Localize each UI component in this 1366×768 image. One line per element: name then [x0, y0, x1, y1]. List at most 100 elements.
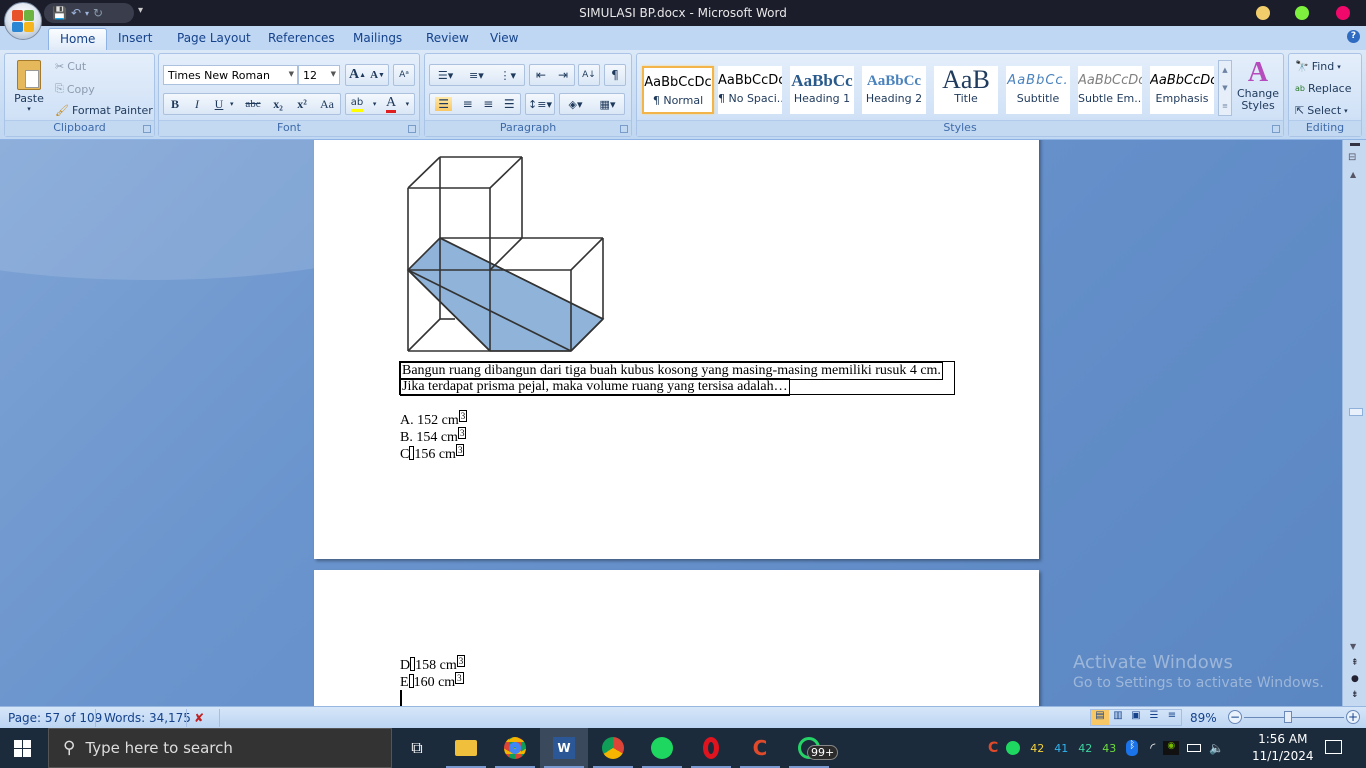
scroll-down-icon[interactable]: ▼	[1350, 642, 1356, 651]
chrome-b-button[interactable]	[589, 728, 637, 768]
borders-button[interactable]: ▦▾	[600, 98, 616, 111]
underline-dropdown-icon[interactable]: ▾	[230, 100, 240, 108]
nvidia-icon[interactable]: ◉	[1163, 741, 1180, 755]
tray-monitor-value[interactable]: 41	[1054, 742, 1078, 755]
notification-center-icon[interactable]	[1325, 740, 1342, 754]
style-emphasis[interactable]: AaBbCcDc Emphasis	[1150, 66, 1214, 114]
styles-dialog-launcher[interactable]	[1272, 125, 1280, 133]
highlight-dropdown-icon[interactable]: ▾	[373, 100, 377, 108]
tab-home[interactable]: Home	[48, 28, 108, 50]
bluetooth-icon[interactable]: ᛒ	[1126, 740, 1139, 756]
replace-button[interactable]: ab Replace	[1295, 82, 1352, 95]
strikethrough-button[interactable]: abc	[240, 98, 266, 110]
word-button[interactable]: W	[540, 728, 588, 768]
ccleaner-tray-icon[interactable]: C	[988, 740, 998, 756]
outline-view-button[interactable]: ☰	[1145, 710, 1163, 725]
cut-button[interactable]: ✂ Cut	[55, 60, 86, 73]
font-dialog-launcher[interactable]	[408, 125, 416, 133]
show-marks-button[interactable]: ¶	[604, 64, 626, 86]
spotify-button[interactable]	[638, 728, 686, 768]
document-page-next[interactable]: D 158 cm 3 E 160 cm 3	[314, 570, 1039, 706]
windows-start-button[interactable]	[14, 740, 31, 757]
font-size-combo[interactable]: 12 ▼	[298, 65, 340, 85]
grow-font-button[interactable]: A	[349, 67, 359, 83]
bold-button[interactable]: B	[164, 97, 186, 112]
align-left-button[interactable]: ☰	[435, 97, 453, 111]
file-explorer-button[interactable]	[442, 728, 490, 768]
tab-page-layout[interactable]: Page Layout	[177, 31, 251, 45]
print-layout-view-button[interactable]: ▤	[1091, 710, 1109, 725]
split-handle[interactable]	[1350, 143, 1360, 146]
justify-button[interactable]: ☰	[504, 97, 515, 111]
minimize-button[interactable]	[1256, 6, 1270, 20]
zoom-out-button[interactable]: −	[1228, 710, 1242, 724]
align-center-button[interactable]: ≡	[463, 97, 473, 111]
proofing-error-icon[interactable]: ✘	[194, 711, 204, 725]
tab-insert[interactable]: Insert	[118, 31, 152, 45]
paragraph-dialog-launcher[interactable]	[620, 125, 628, 133]
format-painter-button[interactable]: 🖌 Format Painter	[55, 104, 153, 117]
change-case-button[interactable]: Aa	[314, 97, 340, 112]
wifi-icon[interactable]: ◜	[1150, 741, 1155, 756]
tab-references[interactable]: References	[268, 31, 335, 45]
ccleaner-button[interactable]: C	[736, 728, 784, 768]
bullets-button[interactable]: ☰▾	[438, 69, 453, 82]
shading-button[interactable]: ◈▾	[569, 98, 583, 111]
underline-button[interactable]: U	[208, 97, 230, 112]
battery-icon[interactable]	[1187, 744, 1202, 752]
style-normal[interactable]: AaBbCcDc ¶ Normal	[642, 66, 714, 114]
whatsapp-button[interactable]: 99+	[785, 728, 839, 768]
sort-button[interactable]: A↓	[578, 64, 600, 86]
office-button[interactable]	[4, 2, 42, 40]
superscript-button[interactable]: x²	[290, 97, 314, 112]
browse-object-icon[interactable]: ●	[1351, 674, 1359, 684]
maximize-button[interactable]	[1295, 6, 1309, 20]
find-button[interactable]: 🔭 Find ▾	[1295, 60, 1341, 73]
clock[interactable]: 1:56 AM 11/1/2024	[1252, 731, 1314, 765]
change-styles-button[interactable]: A Change Styles	[1235, 58, 1281, 118]
increase-indent-button[interactable]: ⇥	[558, 68, 568, 82]
opera-button[interactable]	[687, 728, 735, 768]
zoom-level[interactable]: 89%	[1190, 711, 1217, 725]
copy-button[interactable]: ⎘ Copy	[55, 82, 95, 96]
clipboard-dialog-launcher[interactable]	[143, 125, 151, 133]
font-color-button[interactable]: A	[385, 95, 397, 113]
font-name-combo[interactable]: Times New Roman ▼	[163, 65, 298, 85]
decrease-indent-button[interactable]: ⇤	[536, 68, 546, 82]
chrome-a-button[interactable]	[491, 728, 539, 768]
styles-gallery-scroll[interactable]: ▲ ▼ ≡	[1218, 60, 1232, 116]
tray-monitor-value[interactable]: 42	[1078, 742, 1102, 755]
font-color-dropdown-icon[interactable]: ▾	[406, 100, 410, 108]
close-button[interactable]	[1336, 6, 1350, 20]
full-screen-reading-view-button[interactable]: ▥	[1109, 710, 1127, 725]
volume-icon[interactable]: 🔈	[1209, 741, 1224, 755]
next-page-icon[interactable]: ⇟	[1351, 690, 1359, 700]
select-button[interactable]: ⇱ Select ▾	[1295, 104, 1348, 117]
style-heading-1[interactable]: AaBbCc Heading 1	[790, 66, 854, 114]
style-no-spacing[interactable]: AaBbCcDc ¶ No Spaci...	[718, 66, 782, 114]
style-subtle-emphasis[interactable]: AaBbCcDc Subtle Em...	[1078, 66, 1142, 114]
style-title[interactable]: AaB Title	[934, 66, 998, 114]
zoom-slider-track[interactable]	[1244, 717, 1344, 718]
numbering-button[interactable]: ≡▾	[469, 69, 484, 82]
shrink-font-button[interactable]: A	[370, 69, 378, 81]
scroll-up-icon[interactable]: ▲	[1350, 170, 1356, 179]
line-spacing-button[interactable]: ↕≡▾	[525, 93, 555, 115]
task-view-button[interactable]: ⧉	[393, 728, 441, 768]
italic-button[interactable]: I	[186, 97, 208, 112]
help-icon[interactable]: ?	[1347, 30, 1360, 43]
tray-monitor-value[interactable]: 43	[1102, 742, 1126, 755]
tab-view[interactable]: View	[490, 31, 518, 45]
web-layout-view-button[interactable]: ▣	[1127, 710, 1145, 725]
clear-formatting-button[interactable]: Aᵃ	[393, 64, 415, 86]
highlight-button[interactable]: ab	[350, 97, 364, 112]
tab-mailings[interactable]: Mailings	[353, 31, 402, 45]
align-right-button[interactable]: ≡	[483, 97, 493, 111]
document-page[interactable]: Bangun ruang dibangun dari tiga buah kub…	[314, 140, 1039, 559]
ruler-toggle-icon[interactable]: ⊟	[1348, 152, 1356, 163]
zoom-in-button[interactable]: +	[1346, 710, 1360, 724]
multilevel-list-button[interactable]: ⋮▾	[500, 69, 517, 82]
tray-monitor-value[interactable]: 42	[1030, 742, 1054, 755]
tab-review[interactable]: Review	[426, 31, 469, 45]
scroll-thumb[interactable]	[1349, 408, 1363, 416]
